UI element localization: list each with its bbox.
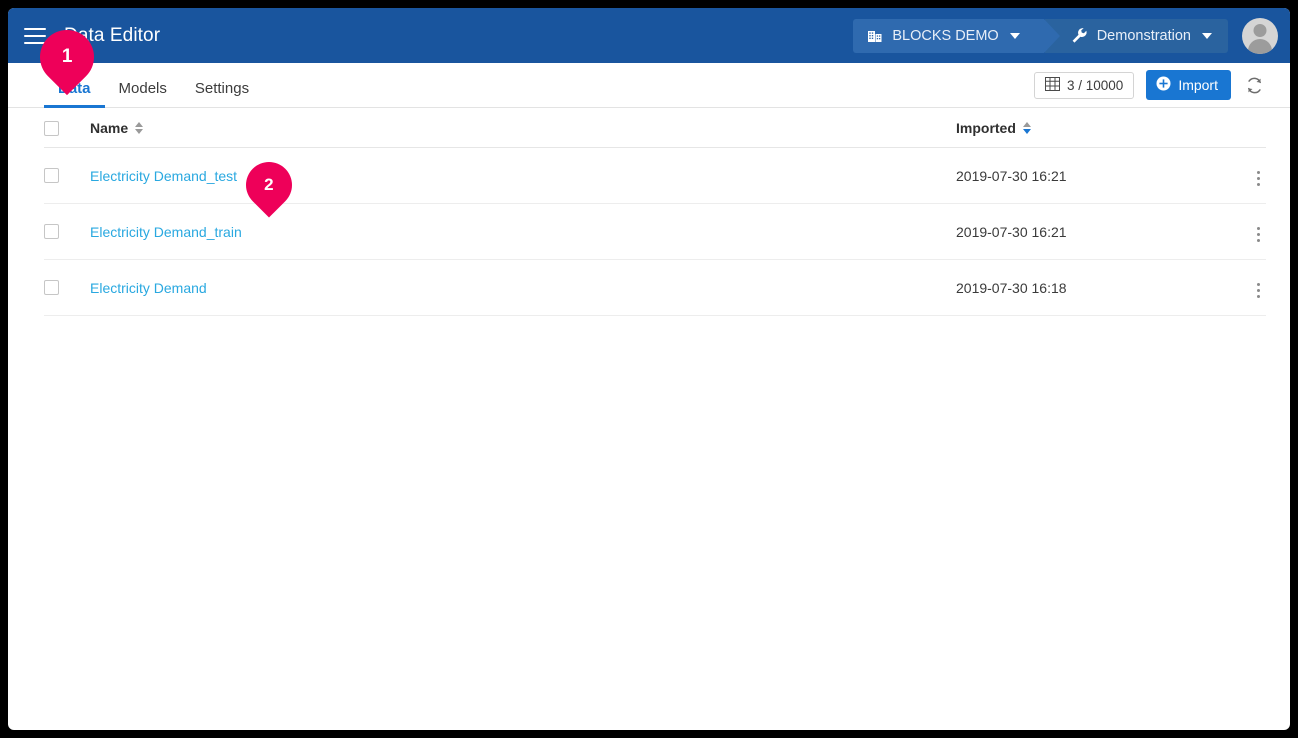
row-name-cell: Electricity Demand xyxy=(90,259,956,316)
record-count-badge: 3 / 10000 xyxy=(1034,71,1135,99)
column-imported-label: Imported xyxy=(956,120,1016,136)
toolbar-actions: 3 / 10000 Import xyxy=(1034,70,1266,107)
avatar[interactable] xyxy=(1242,17,1278,54)
row-imported-cell: 2019-07-30 16:21 xyxy=(956,203,1226,260)
select-all-checkbox[interactable] xyxy=(44,120,59,136)
table-row[interactable]: Electricity Demand 2019-07-30 16:18 xyxy=(44,259,1266,316)
sort-imported-icon[interactable] xyxy=(1022,122,1031,134)
column-name[interactable]: Name xyxy=(90,108,956,148)
row-electricity-demand-name[interactable]: Electricity Demand xyxy=(90,280,207,296)
annotation-pin-2-label: 2 xyxy=(264,175,274,194)
tab-bar: Data Models Settings 3 / 10000 Import xyxy=(8,63,1290,108)
hamburger-menu-icon[interactable] xyxy=(24,27,46,44)
table-row[interactable]: Electricity Demand_train 2019-07-30 16:2… xyxy=(44,203,1266,260)
app-window: Data Editor BLOCKS DEMO Demonstration Da… xyxy=(8,8,1290,730)
row-imported-cell: 2019-07-30 16:18 xyxy=(956,259,1226,316)
annotation-pin-1-label: 1 xyxy=(61,46,73,68)
row-actions-cell xyxy=(1226,259,1266,316)
row-select-cell xyxy=(44,147,90,204)
row-actions-cell xyxy=(1226,203,1266,260)
data-table: Name Imported Electricity Demand_test 20… xyxy=(44,108,1266,316)
data-table-container: Name Imported Electricity Demand_test 20… xyxy=(8,108,1290,316)
table-row[interactable]: Electricity Demand_test 2019-07-30 16:21 xyxy=(44,147,1266,204)
row-electricity-demand-test-name[interactable]: Electricity Demand_test xyxy=(90,168,237,184)
column-name-label: Name xyxy=(90,120,129,136)
tab-settings[interactable]: Settings xyxy=(181,80,263,107)
row-select-cell xyxy=(44,259,90,316)
row-electricity-demand-train-name[interactable]: Electricity Demand_train xyxy=(90,224,242,240)
breadcrumb-environment-label: Demonstration xyxy=(1096,27,1191,44)
refresh-icon[interactable] xyxy=(1243,74,1266,97)
column-select-all xyxy=(44,108,90,148)
breadcrumb-project-label: BLOCKS DEMO xyxy=(892,27,999,44)
record-count-label: 3 / 10000 xyxy=(1067,77,1124,93)
chevron-down-icon xyxy=(1202,32,1212,39)
header-right-group: BLOCKS DEMO Demonstration xyxy=(853,17,1278,54)
tab-models[interactable]: Models xyxy=(105,80,181,107)
import-button[interactable]: Import xyxy=(1146,70,1231,100)
row-imported-cell: 2019-07-30 16:21 xyxy=(956,147,1226,204)
breadcrumb-project-selector[interactable]: BLOCKS DEMO xyxy=(853,18,1061,53)
chevron-down-icon xyxy=(1009,32,1020,39)
row-select-cell xyxy=(44,203,90,260)
column-actions xyxy=(1226,108,1266,148)
row-checkbox[interactable] xyxy=(44,224,59,239)
import-button-label: Import xyxy=(1178,77,1218,93)
wrench-icon xyxy=(1071,27,1088,44)
building-icon xyxy=(867,28,883,44)
table-header-row: Name Imported xyxy=(44,108,1266,148)
table-grid-icon xyxy=(1045,76,1060,94)
row-name-cell: Electricity Demand_test xyxy=(90,147,956,204)
table-header: Name Imported xyxy=(44,108,1266,148)
row-name-cell: Electricity Demand_train xyxy=(90,203,956,260)
sort-name-icon[interactable] xyxy=(135,122,144,134)
row-more-menu-icon[interactable] xyxy=(1251,167,1266,190)
table-body: Electricity Demand_test 2019-07-30 16:21… xyxy=(44,147,1266,316)
breadcrumb-environment-selector[interactable]: Demonstration xyxy=(1044,18,1228,53)
column-imported[interactable]: Imported xyxy=(956,108,1226,148)
app-header: Data Editor BLOCKS DEMO Demonstration xyxy=(8,8,1290,63)
breadcrumb: BLOCKS DEMO Demonstration xyxy=(853,18,1228,53)
row-checkbox[interactable] xyxy=(44,280,59,295)
plus-circle-icon xyxy=(1156,76,1171,94)
row-more-menu-icon[interactable] xyxy=(1251,279,1266,302)
row-checkbox[interactable] xyxy=(44,168,59,183)
row-more-menu-icon[interactable] xyxy=(1251,223,1266,246)
row-actions-cell xyxy=(1226,147,1266,204)
